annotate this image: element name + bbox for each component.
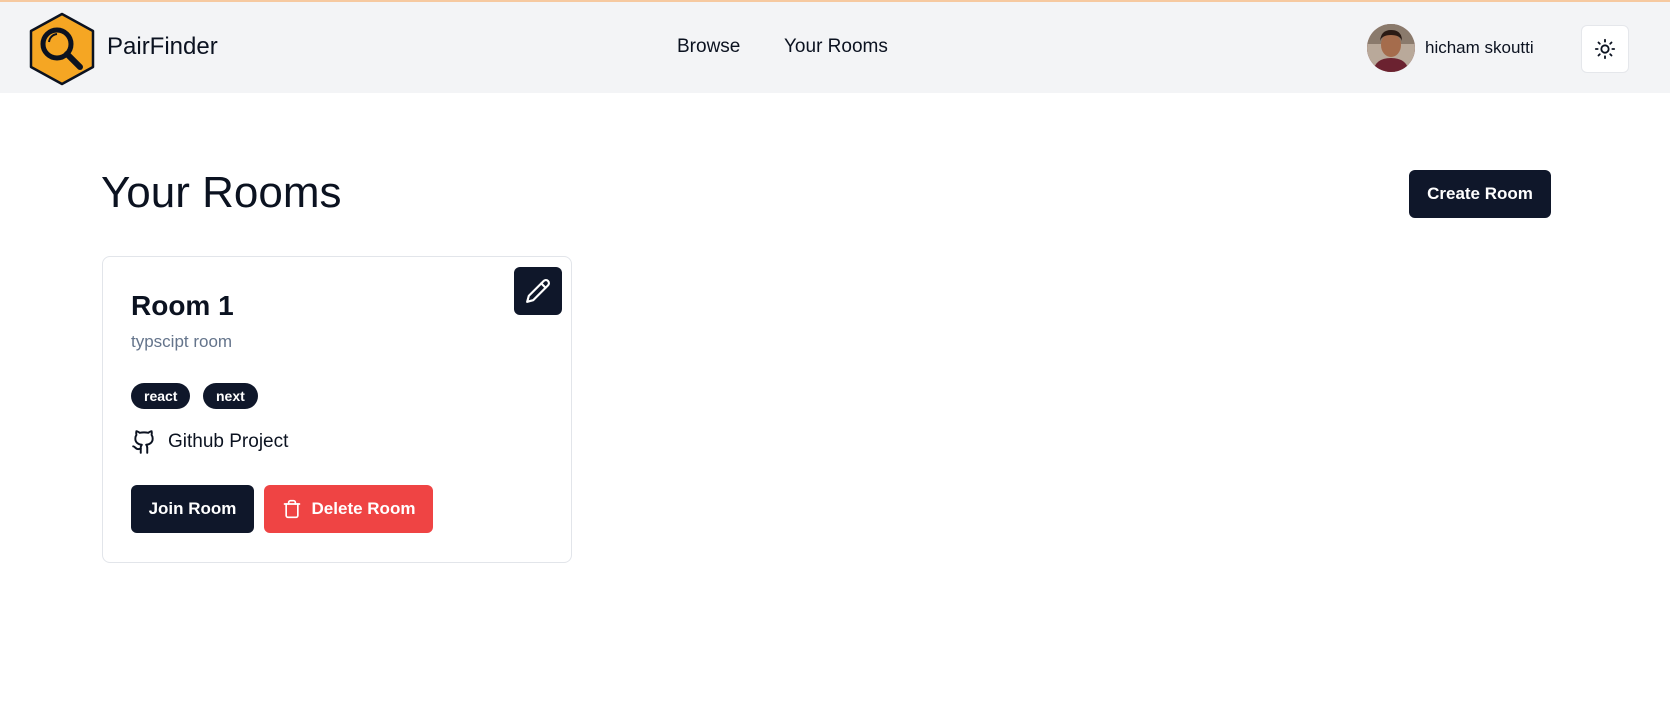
top-navbar: PairFinder Browse Your Rooms hicham skou…: [0, 2, 1670, 93]
sun-icon: [1594, 38, 1616, 60]
tag-badge[interactable]: next: [203, 383, 258, 409]
github-icon: [132, 430, 154, 454]
pencil-icon: [526, 278, 551, 303]
tag-badge[interactable]: react: [131, 383, 191, 409]
room-card: Room 1 typscipt room react next Github P…: [102, 256, 572, 563]
page-title: Your Rooms: [101, 168, 342, 217]
github-project-label: Github Project: [168, 431, 289, 452]
room-name: Room 1: [131, 290, 234, 321]
nav-your-rooms-link[interactable]: Your Rooms: [784, 36, 888, 58]
edit-room-button[interactable]: [514, 267, 562, 315]
avatar[interactable]: [1367, 24, 1415, 72]
delete-room-label: Delete Room: [311, 499, 416, 518]
brand-name[interactable]: PairFinder: [107, 33, 218, 61]
theme-toggle-button[interactable]: [1581, 25, 1629, 73]
delete-room-button[interactable]: Delete Room: [264, 485, 433, 533]
github-project-link[interactable]: Github Project: [131, 427, 288, 457]
create-room-button[interactable]: Create Room: [1409, 170, 1551, 218]
nav-browse-link[interactable]: Browse: [677, 36, 740, 58]
trash-icon: [282, 499, 302, 519]
join-room-button[interactable]: Join Room: [131, 485, 254, 533]
user-name[interactable]: hicham skoutti: [1425, 38, 1534, 58]
magnifier-hexagon-icon: [29, 12, 95, 86]
logo[interactable]: [27, 12, 97, 86]
room-description: typscipt room: [131, 332, 233, 351]
avatar-photo: [1367, 24, 1415, 72]
